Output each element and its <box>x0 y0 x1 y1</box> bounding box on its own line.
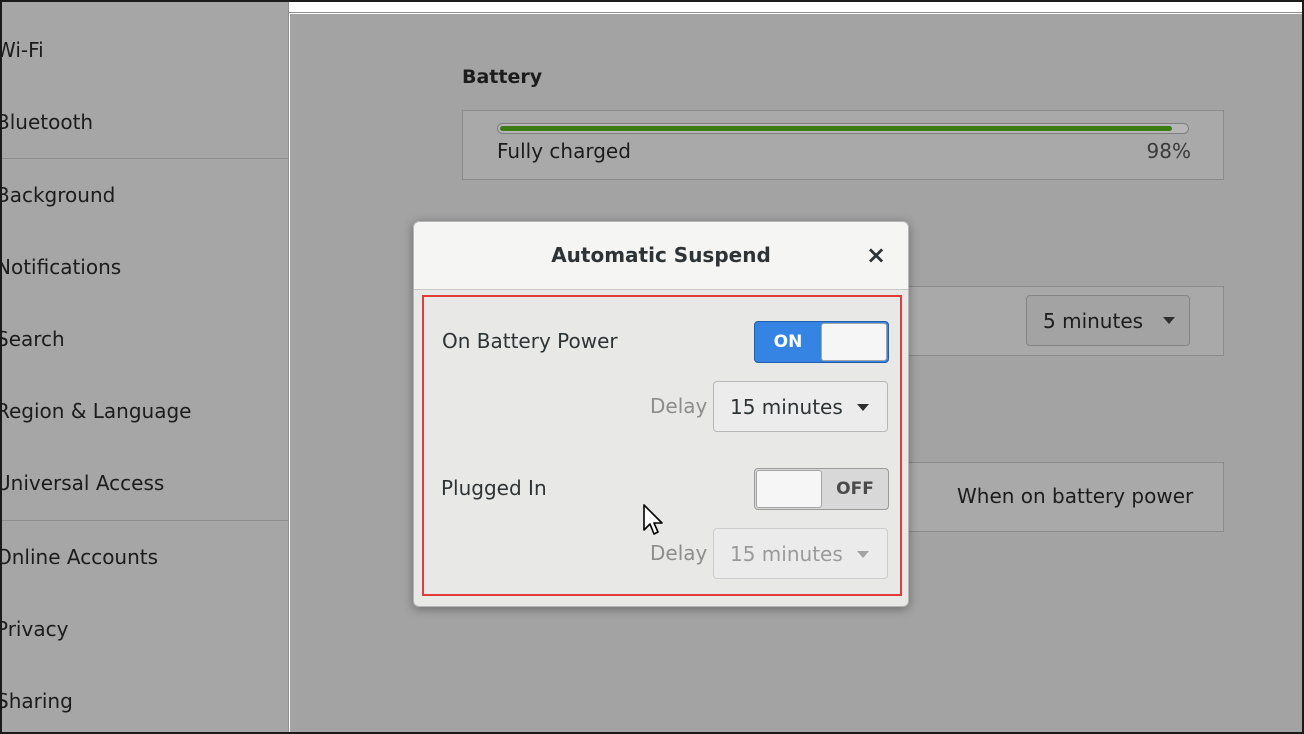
dialog-header: Automatic Suspend × <box>414 222 908 290</box>
battery-section-title: Battery <box>462 66 543 88</box>
sidebar-item-label: Bluetooth <box>0 110 94 134</box>
sidebar-item-wifi[interactable]: Wi-Fi <box>2 14 288 86</box>
suspend-delay-combo[interactable]: 5 minutes <box>1026 295 1190 346</box>
dialog-title: Automatic Suspend <box>551 243 771 267</box>
switch-state-label: OFF <box>836 479 874 499</box>
automatic-suspend-dialog: Automatic Suspend × On Battery Power ON … <box>413 221 909 607</box>
battery-level-bar <box>497 123 1189 134</box>
sidebar-item-background[interactable]: Background <box>2 159 288 231</box>
sidebar-item-label: Privacy <box>0 617 69 641</box>
battery-delay-value: 15 minutes <box>730 394 843 419</box>
sidebar-item-label: Search <box>0 327 65 351</box>
battery-status-text: Fully charged <box>497 139 631 163</box>
sidebar-item-notifications[interactable]: Notifications <box>2 231 288 303</box>
chevron-down-icon <box>857 404 869 411</box>
battery-percent-text: 98% <box>1146 139 1191 163</box>
plugged-delay-label: Delay <box>650 541 708 565</box>
power-button-action-text[interactable]: When on battery power <box>957 484 1193 508</box>
plugged-in-switch[interactable]: OFF <box>754 468 889 510</box>
plugged-delay-combo: 15 minutes <box>713 528 888 579</box>
sidebar-item-universal-access[interactable]: Universal Access <box>2 447 288 519</box>
battery-delay-combo[interactable]: 15 minutes <box>713 381 888 432</box>
sidebar-item-online-accounts[interactable]: Online Accounts <box>2 521 288 593</box>
suspend-delay-value: 5 minutes <box>1043 308 1144 333</box>
sidebar-item-privacy[interactable]: Privacy <box>2 593 288 665</box>
sidebar-item-label: Online Accounts <box>0 545 159 569</box>
switch-knob <box>821 323 887 361</box>
plugged-in-label: Plugged In <box>441 476 547 500</box>
settings-sidebar: Wi-Fi Bluetooth Background Notifications… <box>0 2 289 732</box>
sidebar-item-label: Sharing <box>0 689 73 713</box>
sidebar-item-label: Universal Access <box>0 471 165 495</box>
sidebar-item-label: Wi-Fi <box>0 38 44 62</box>
close-icon[interactable]: × <box>862 240 890 270</box>
sidebar-item-sharing[interactable]: Sharing <box>0 665 288 732</box>
battery-level-fill <box>500 126 1172 131</box>
battery-power-label: On Battery Power <box>442 329 618 353</box>
plugged-delay-value: 15 minutes <box>730 541 843 566</box>
chevron-down-icon <box>857 551 869 558</box>
battery-power-switch[interactable]: ON <box>754 321 889 363</box>
screen: Wi-Fi Bluetooth Background Notifications… <box>0 0 1304 734</box>
chevron-down-icon <box>1163 317 1175 324</box>
mouse-pointer-icon <box>643 504 663 535</box>
sidebar-item-region-language[interactable]: Region & Language <box>2 375 288 447</box>
sidebar-item-bluetooth[interactable]: Bluetooth <box>2 86 288 158</box>
sidebar-item-label: Background <box>0 183 116 207</box>
battery-delay-label: Delay <box>650 394 708 418</box>
switch-knob <box>756 470 822 508</box>
sidebar-item-search[interactable]: Search <box>2 303 288 375</box>
battery-panel: Fully charged 98% <box>462 110 1224 180</box>
sidebar-item-label: Region & Language <box>0 399 192 423</box>
sidebar-item-label: Notifications <box>0 255 122 279</box>
switch-state-label: ON <box>773 332 803 352</box>
